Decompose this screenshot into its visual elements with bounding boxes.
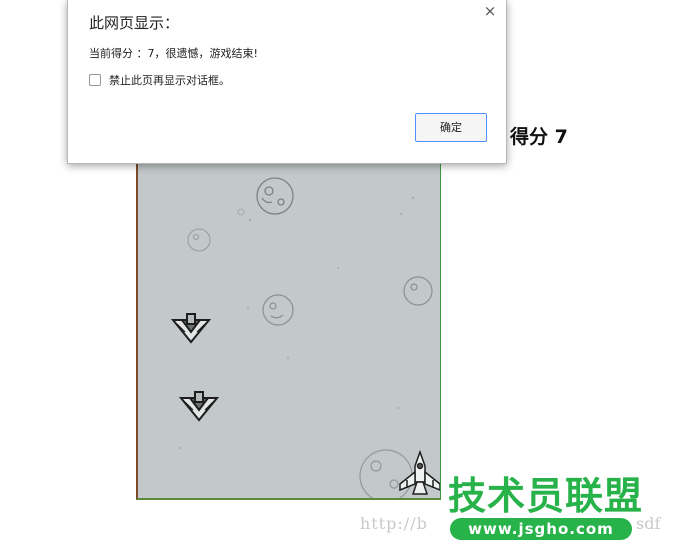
score-label: 得分 7 (510, 126, 568, 148)
page: 得分 7 http://b sdf 技术员联盟 www.jsgho.com 此网… (0, 0, 676, 545)
watermark-logo: 技术员联盟 www.jsgho.com (448, 474, 642, 542)
asteroid-icon (262, 294, 294, 326)
close-icon[interactable]: × (482, 3, 498, 19)
suppress-dialogs-row[interactable]: 禁止此页再显示对话框。 (89, 72, 230, 88)
suppress-dialogs-checkbox[interactable] (89, 74, 101, 86)
enemy-plane-icon (170, 313, 212, 344)
asteroid-icon (403, 276, 433, 306)
dialog-message: 当前得分 ：7，很遗憾，游戏结束! (89, 47, 258, 60)
asteroid-icon (237, 208, 245, 216)
dialog-title: 此网页显示： (89, 14, 180, 32)
asteroid-icon (256, 177, 294, 215)
suppress-dialogs-label[interactable]: 禁止此页再显示对话框。 (109, 72, 230, 88)
logo-url: www.jsgho.com (450, 518, 632, 540)
alert-dialog: 此网页显示： × 当前得分 ：7，很遗憾，游戏结束! 禁止此页再显示对话框。 确… (67, 0, 507, 164)
game-canvas[interactable] (136, 158, 441, 500)
logo-text: 技术员联盟 (448, 474, 644, 518)
asteroid-icon (359, 449, 413, 498)
player-plane-icon (399, 449, 440, 495)
asteroid-icon (187, 228, 211, 252)
watermark-url-left: http://b (360, 514, 428, 533)
enemy-plane-icon (178, 391, 220, 422)
ok-button[interactable]: 确定 (415, 113, 487, 142)
game-scene (170, 177, 440, 498)
